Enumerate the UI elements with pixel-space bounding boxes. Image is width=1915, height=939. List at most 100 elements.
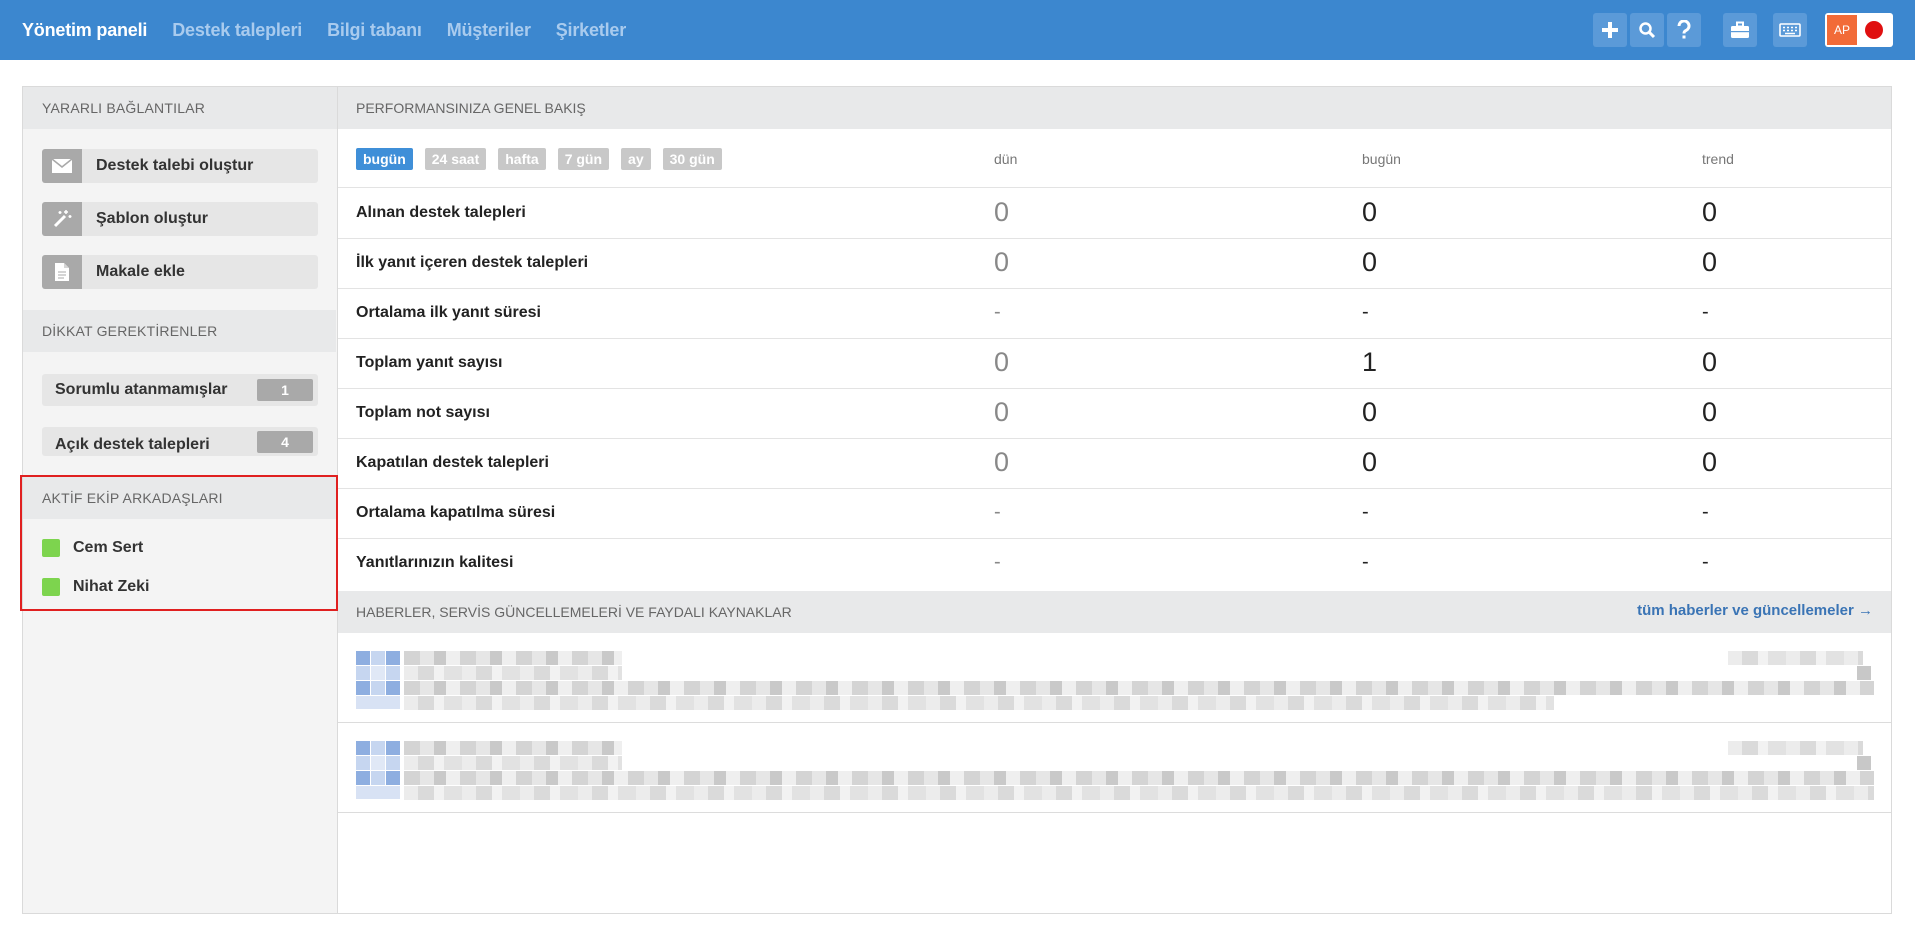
news-thumbnail <box>356 651 400 709</box>
add-article-button[interactable]: Makale ekle <box>42 255 318 289</box>
profile-menu[interactable]: AP <box>1825 13 1893 47</box>
add-button[interactable] <box>1593 13 1627 47</box>
unassigned-tickets-link[interactable]: Sorumlu atanmamışlar 1 <box>42 374 318 406</box>
all-news-link[interactable]: tüm haberler ve güncellemeler → <box>1637 602 1873 619</box>
news-item[interactable] <box>338 723 1891 813</box>
news-item-subtitle <box>404 666 622 680</box>
performance-title: PERFORMANSINIZA GENEL BAKIŞ <box>338 87 1891 129</box>
stat-trend: 0 <box>1702 347 1718 377</box>
attention-title: DİKKAT GEREKTİRENLER <box>23 310 336 352</box>
news-thumbnail <box>356 741 400 799</box>
tab-24-hours[interactable]: 24 saat <box>424 148 487 170</box>
news-item-text <box>404 696 1554 710</box>
news-item-title <box>404 651 622 665</box>
keyboard-icon <box>1779 23 1801 37</box>
news-title: HABERLER, SERVİS GÜNCELLEMELERİ VE FAYDA… <box>356 604 792 620</box>
briefcase-icon <box>1731 21 1749 38</box>
open-tickets-count-badge: 4 <box>257 431 313 453</box>
news-item-subtitle <box>404 756 622 770</box>
tab-today[interactable]: bugün <box>356 148 413 170</box>
stat-row: Toplam not sayısı 0 0 0 <box>338 388 1891 439</box>
column-header-trend: trend <box>1702 151 1734 167</box>
tab-30-days[interactable]: 30 gün <box>662 148 722 170</box>
toolbar: AP <box>1590 13 1893 47</box>
create-template-button[interactable]: Şablon oluştur <box>42 202 318 236</box>
stat-label: Kapatılan destek talepleri <box>356 454 549 471</box>
sidebar: YARARLI BAĞLANTILAR Destek talebi oluştu… <box>20 87 338 913</box>
stat-row: İlk yanıt içeren destek talepleri 0 0 0 <box>338 238 1891 289</box>
search-icon <box>1639 22 1656 39</box>
main-nav: Yönetim paneli Destek talepleri Bilgi ta… <box>22 0 626 60</box>
nav-companies[interactable]: Şirketler <box>556 20 626 41</box>
stat-today: - <box>1362 501 1369 523</box>
stat-row: Ortalama kapatılma süresi - - - <box>338 488 1891 539</box>
news-item-date <box>1728 741 1863 755</box>
create-template-label: Şablon oluştur <box>96 210 208 227</box>
column-header-yesterday: dün <box>994 151 1018 167</box>
stat-trend: - <box>1702 501 1709 523</box>
performance-header-row: bugün 24 saat hafta 7 gün ay 30 gün dün … <box>338 129 1891 188</box>
document-icon <box>42 255 82 289</box>
stat-yesterday: - <box>994 551 1001 573</box>
stat-row: Alınan destek talepleri 0 0 0 <box>338 188 1891 239</box>
news-item[interactable] <box>338 633 1891 723</box>
top-navigation-bar: Yönetim paneli Destek talepleri Bilgi ta… <box>0 0 1915 60</box>
nav-knowledge-base[interactable]: Bilgi tabanı <box>327 20 422 41</box>
stat-trend: 0 <box>1702 397 1718 427</box>
stat-label: Ortalama kapatılma süresi <box>356 504 556 521</box>
help-icon <box>1677 20 1691 39</box>
stat-label: Alınan destek talepleri <box>356 204 526 221</box>
avatar: AP <box>1827 15 1857 45</box>
envelope-icon <box>42 149 82 183</box>
magic-wand-icon <box>42 202 82 236</box>
news-item-text <box>404 771 1874 785</box>
tab-7-days[interactable]: 7 gün <box>557 148 610 170</box>
briefcase-button[interactable] <box>1723 13 1757 47</box>
open-tickets-link[interactable]: Açık destek talepleri 4 <box>42 427 318 456</box>
stat-today: 0 <box>1362 197 1378 227</box>
unassigned-count-badge: 1 <box>257 379 313 401</box>
stat-today: 0 <box>1362 397 1378 427</box>
news-item-text <box>404 786 1874 800</box>
useful-links-title: YARARLI BAĞLANTILAR <box>23 87 337 129</box>
stat-yesterday: 0 <box>994 247 1010 277</box>
tab-week[interactable]: hafta <box>498 148 546 170</box>
stat-yesterday: 0 <box>994 397 1010 427</box>
column-header-today: bugün <box>1362 151 1401 167</box>
stat-label: Toplam yanıt sayısı <box>356 354 503 371</box>
stat-today: 1 <box>1362 347 1378 377</box>
stat-yesterday: 0 <box>994 347 1010 377</box>
nav-dashboard[interactable]: Yönetim paneli <box>22 20 147 41</box>
stat-trend: - <box>1702 301 1709 323</box>
create-ticket-button[interactable]: Destek talebi oluştur <box>42 149 318 183</box>
status-indicator <box>1865 21 1883 39</box>
news-item-text <box>404 681 1874 695</box>
stat-yesterday: - <box>994 501 1001 523</box>
keyboard-shortcuts-button[interactable] <box>1773 13 1807 47</box>
news-item-marker <box>1857 666 1871 680</box>
tab-month[interactable]: ay <box>621 148 651 170</box>
news-item-title <box>404 741 622 755</box>
nav-customers[interactable]: Müşteriler <box>447 20 531 41</box>
stat-label: Toplam not sayısı <box>356 404 490 421</box>
stat-row: Yanıtlarınızın kalitesi - - - <box>338 538 1891 591</box>
stat-trend: 0 <box>1702 447 1718 477</box>
dashboard-container: YARARLI BAĞLANTILAR Destek talebi oluştu… <box>20 86 1892 914</box>
stat-row: Ortalama ilk yanıt süresi - - - <box>338 288 1891 339</box>
stat-yesterday: 0 <box>994 197 1010 227</box>
stat-trend: - <box>1702 551 1709 573</box>
stat-label: İlk yanıt içeren destek talepleri <box>356 254 589 271</box>
news-header: HABERLER, SERVİS GÜNCELLEMELERİ VE FAYDA… <box>338 591 1891 633</box>
stat-trend: 0 <box>1702 197 1718 227</box>
search-button[interactable] <box>1630 13 1664 47</box>
period-tabs: bugün 24 saat hafta 7 gün ay 30 gün <box>356 148 722 170</box>
stat-today: - <box>1362 551 1369 573</box>
stat-today: 0 <box>1362 447 1378 477</box>
stat-row: Kapatılan destek talepleri 0 0 0 <box>338 438 1891 489</box>
help-button[interactable] <box>1667 13 1701 47</box>
plus-icon <box>1602 22 1618 38</box>
nav-tickets[interactable]: Destek talepleri <box>172 20 302 41</box>
stat-yesterday: 0 <box>994 447 1010 477</box>
stat-trend: 0 <box>1702 247 1718 277</box>
stat-today: - <box>1362 301 1369 323</box>
